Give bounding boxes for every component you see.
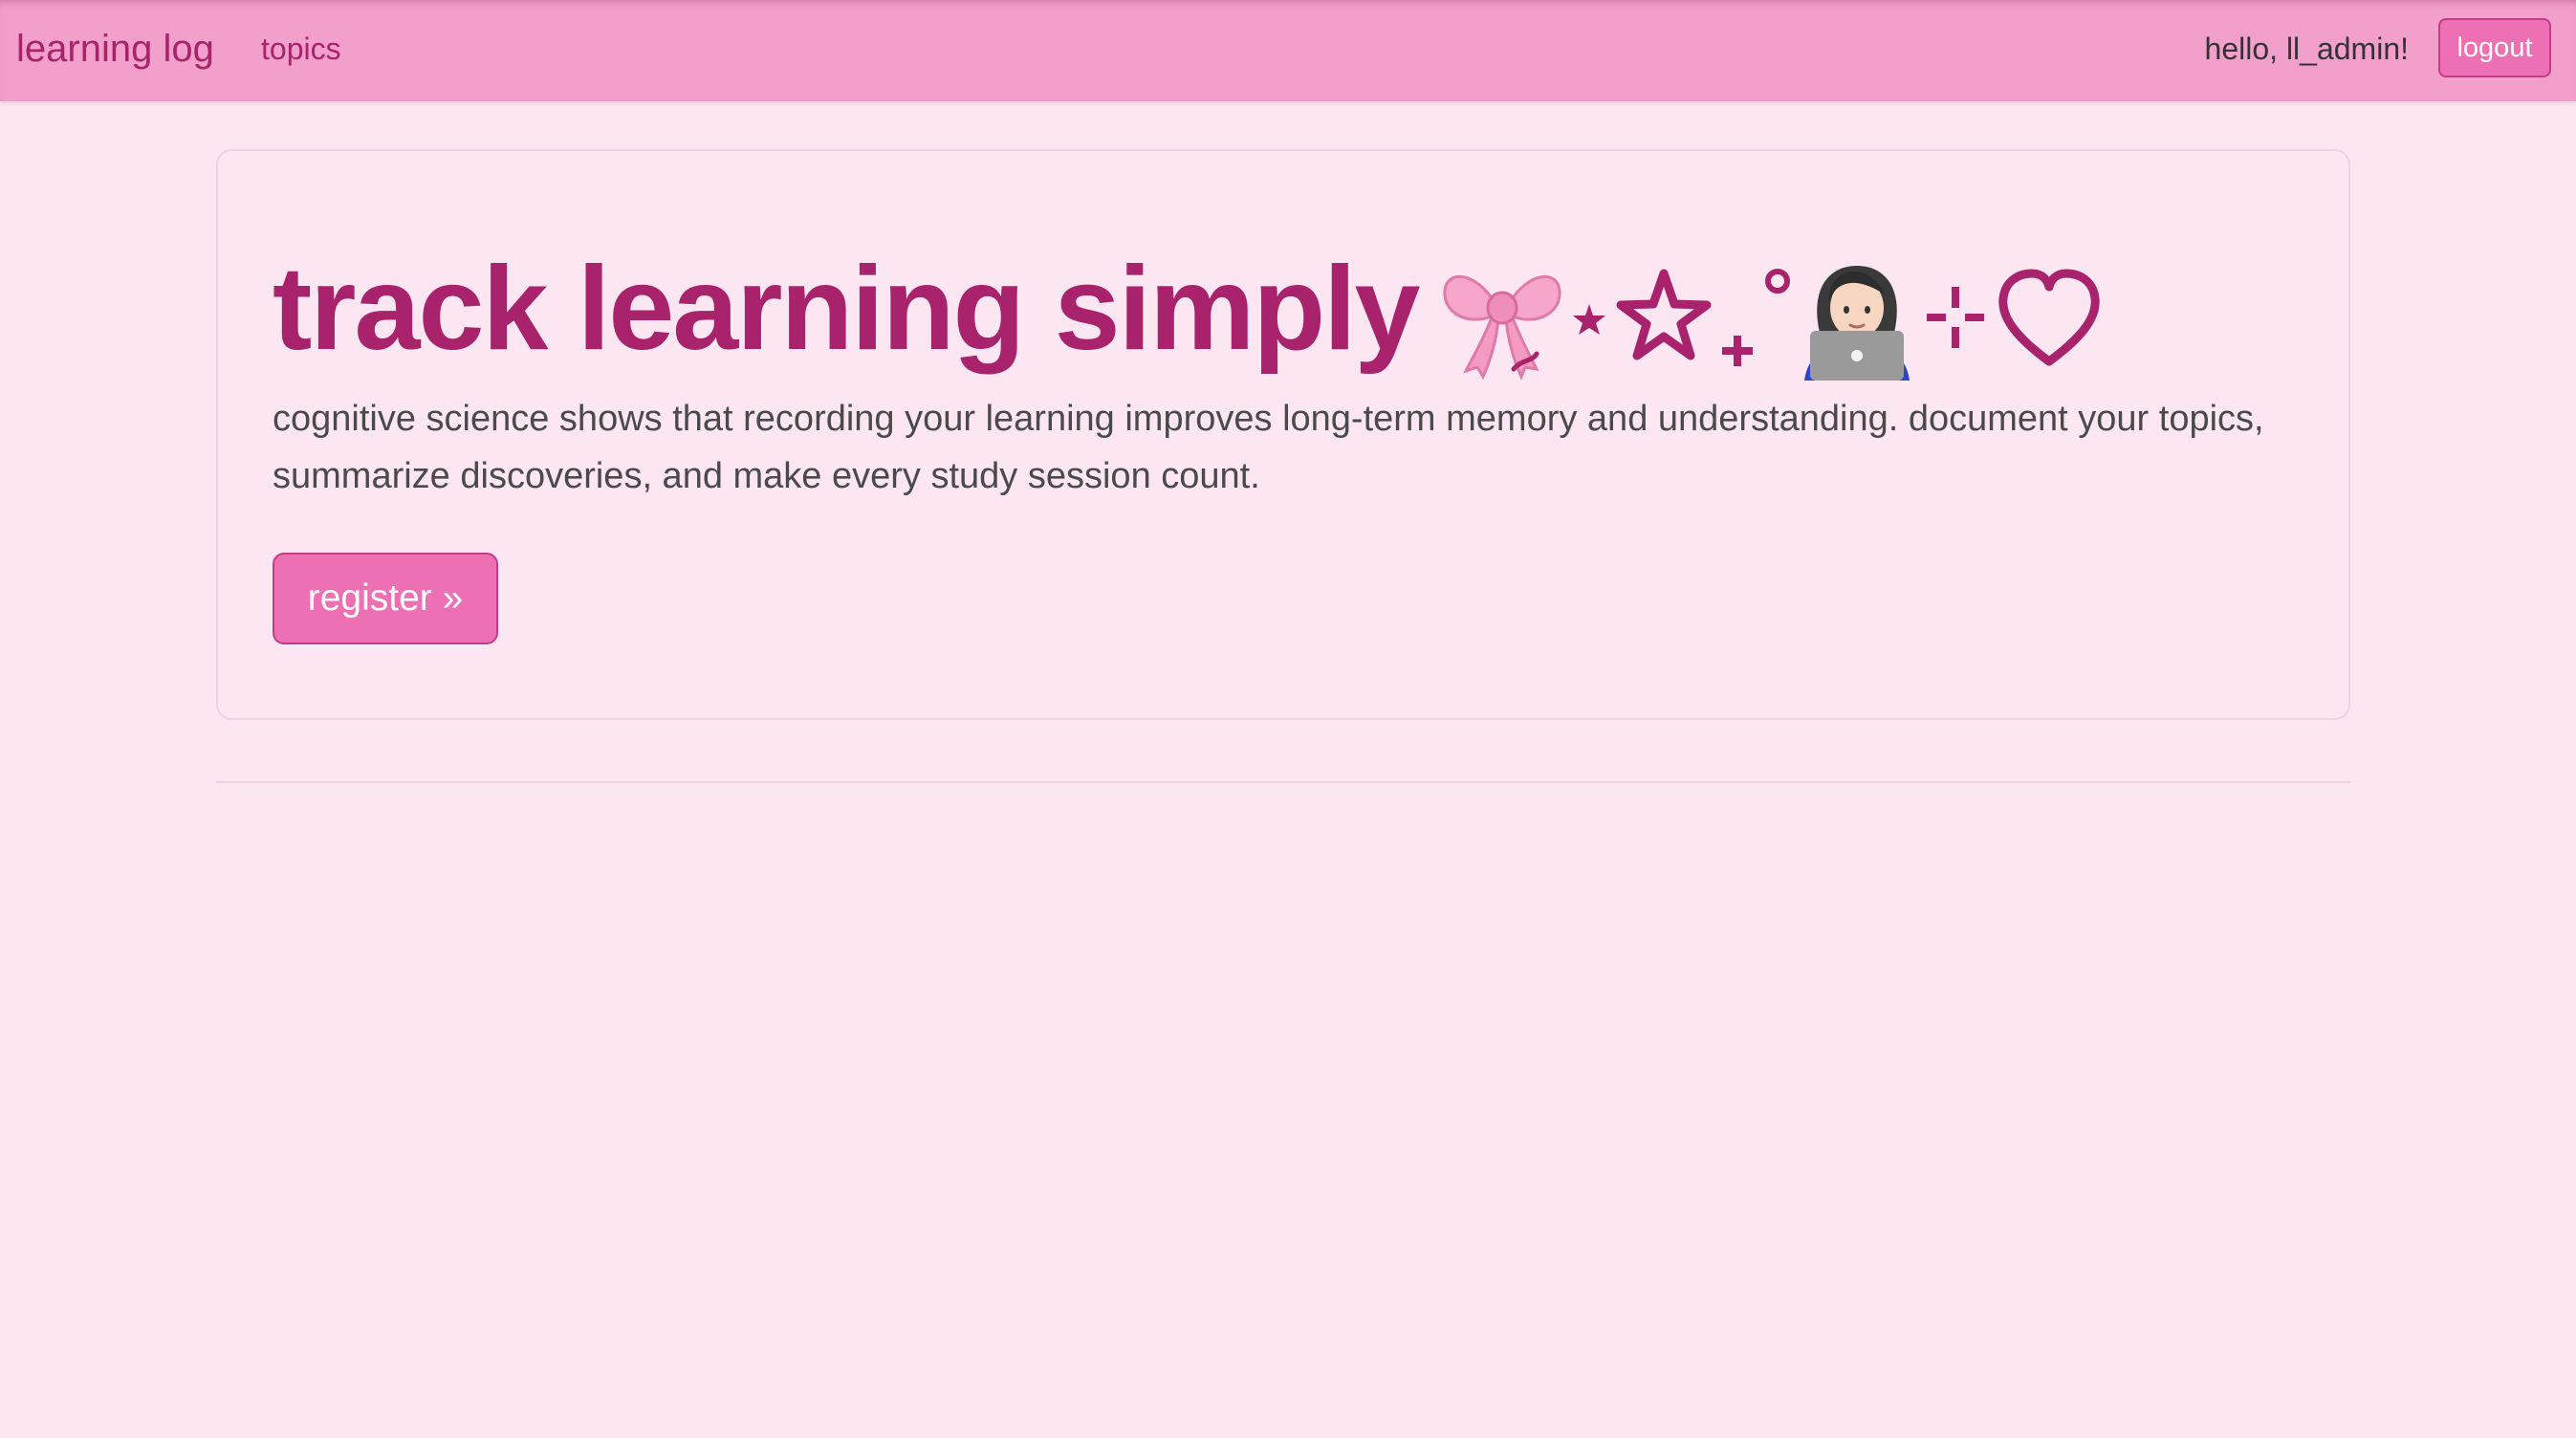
ring-sparkle-icon	[1765, 269, 1791, 294]
top-navbar: learning log topics hello, ll_admin! log…	[0, 0, 2576, 101]
lead-paragraph: cognitive science shows that recording y…	[273, 399, 2264, 496]
star-outline-icon	[1616, 269, 1712, 360]
headline-decoration	[1437, 246, 2105, 389]
logout-button[interactable]: logout	[2438, 18, 2551, 77]
user-greeting: hello, ll_admin!	[2204, 32, 2409, 66]
small-star-icon	[1573, 304, 1606, 336]
section-divider	[216, 781, 2350, 783]
nav-link-topics[interactable]: topics	[261, 28, 341, 70]
plus-sparkle-icon	[1722, 336, 1754, 367]
woman-at-laptop-icon	[1804, 266, 1910, 381]
sparkle-icon	[1927, 287, 1985, 349]
page-headline: track learning simply	[273, 237, 2105, 389]
brand-link[interactable]: learning log	[16, 25, 214, 73]
register-button[interactable]: register »	[273, 553, 498, 644]
bow-icon	[1443, 275, 1561, 381]
hero-panel: track learning simply cognitive science …	[216, 149, 2350, 720]
headline-text: track learning simply	[273, 243, 1420, 375]
heart-outline-icon	[1998, 269, 2101, 366]
